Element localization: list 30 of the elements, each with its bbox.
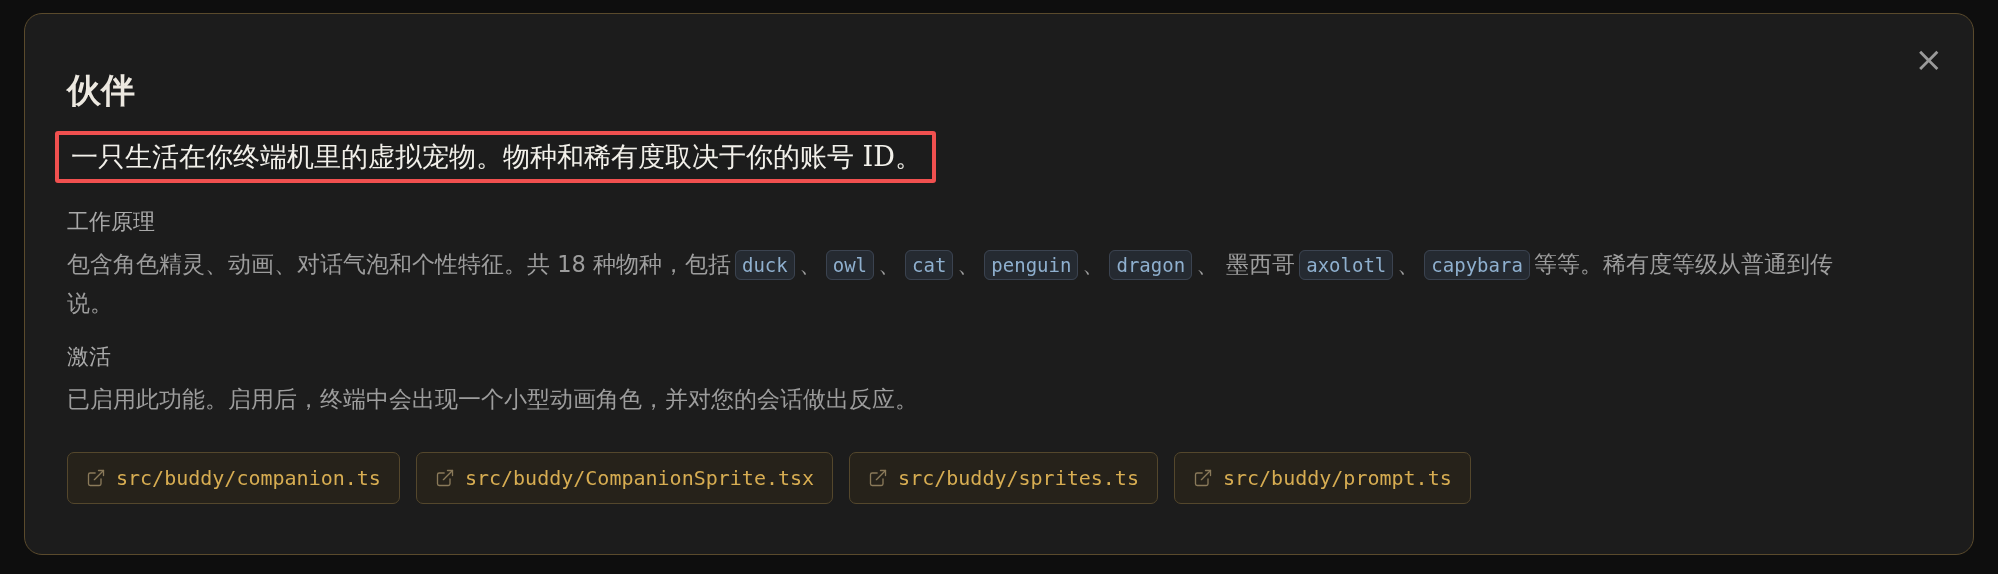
file-link-button[interactable]: src/buddy/companion.ts xyxy=(67,451,400,504)
paragraph-text: 、 xyxy=(878,250,902,277)
file-link-button[interactable]: src/buddy/CompanionSprite.tsx xyxy=(415,451,834,504)
external-link-icon xyxy=(434,467,455,488)
paragraph-text: 包含角色精灵、动画、对话气泡和个性特征。共 18 种物种，包括 xyxy=(67,250,731,277)
dialog-title: 伙伴 xyxy=(67,70,135,111)
section-heading: 工作原理 xyxy=(67,207,155,236)
paragraph-text: 、 xyxy=(1082,250,1106,277)
code-tag: axolotl xyxy=(1299,249,1394,280)
code-tag: capybara xyxy=(1424,249,1530,280)
file-link-button[interactable]: src/buddy/prompt.ts xyxy=(1173,451,1471,504)
paragraph-text: 、 墨西哥 xyxy=(1196,250,1296,277)
file-link-button[interactable]: src/buddy/sprites.ts xyxy=(849,451,1158,504)
paragraph-text: 说。 xyxy=(67,288,113,318)
code-tag: penguin xyxy=(984,249,1079,280)
subtitle-text: 一只生活在你终端机里的虚拟宠物。物种和稀有度取决于你的账号 ID。 xyxy=(55,130,936,183)
external-link-icon xyxy=(86,467,106,488)
paragraph-text: 等等。稀有度等级从普通到传 xyxy=(1533,250,1833,277)
external-link-icon xyxy=(1192,467,1213,488)
code-tag: duck xyxy=(734,249,795,280)
paragraph-text: 已启用此功能。启用后，终端中会出现一个小型动画角色，并对您的会话做出反应。 xyxy=(67,385,918,412)
section-heading: 激活 xyxy=(67,342,111,371)
paragraph-text: 、 xyxy=(798,250,822,277)
code-tag: cat xyxy=(905,249,954,280)
paragraph-text: 、 xyxy=(957,250,981,277)
external-link-icon xyxy=(868,467,889,488)
code-tag: dragon xyxy=(1109,249,1193,280)
close-button[interactable]: × xyxy=(1914,42,1943,76)
paragraph-text: 、 xyxy=(1397,250,1421,277)
code-tag: owl xyxy=(825,249,875,280)
